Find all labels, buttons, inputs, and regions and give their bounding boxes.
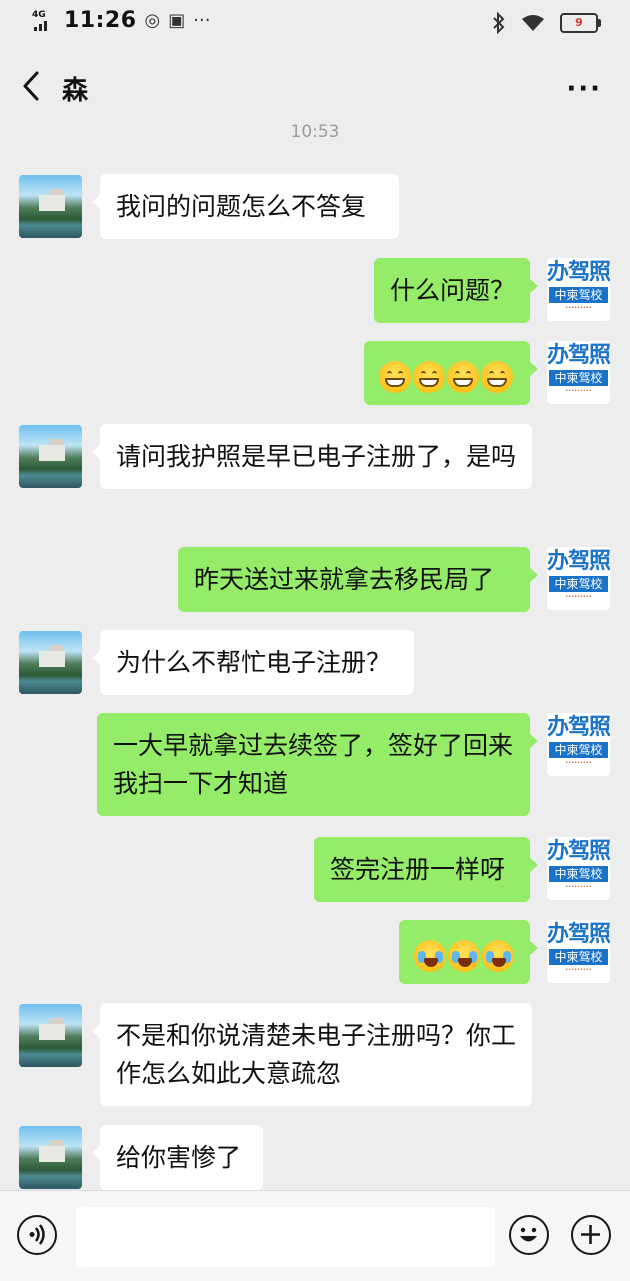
- my-avatar[interactable]: 办驾照 中柬驾校 •••••••••: [547, 837, 610, 900]
- grinning-face-icon: [481, 361, 513, 393]
- message-bubble[interactable]: 为什么不帮忙电子注册？: [92, 630, 414, 695]
- voice-icon[interactable]: [17, 1215, 57, 1255]
- my-avatar[interactable]: 办驾照 中柬驾校 •••••••••: [547, 341, 610, 404]
- status-bar: 4G 11:26 ◎ ▣ ··· 9: [0, 0, 630, 50]
- message-bubble[interactable]: 我问的问题怎么不答复: [92, 174, 399, 239]
- contact-avatar[interactable]: [19, 631, 82, 694]
- message-bubble[interactable]: 不是和你说清楚未电子注册吗？你工作怎么如此大意疏忽: [92, 1003, 532, 1106]
- chat-title: 森: [62, 76, 89, 106]
- contact-avatar[interactable]: [19, 1126, 82, 1189]
- my-avatar[interactable]: 办驾照 中柬驾校 •••••••••: [547, 258, 610, 321]
- battery-level: 9: [575, 16, 583, 29]
- contact-avatar[interactable]: [19, 1004, 82, 1067]
- message-bubble[interactable]: 什么问题？: [374, 258, 538, 323]
- crying-face-icon: [414, 940, 446, 972]
- chat-header: 森 ···: [0, 52, 630, 124]
- my-avatar[interactable]: 办驾照 中柬驾校 •••••••••: [547, 713, 610, 776]
- status-time: 11:26: [64, 8, 137, 33]
- cellular-signal-icon: 4G: [32, 9, 56, 33]
- contact-avatar[interactable]: [19, 175, 82, 238]
- message-bubble[interactable]: 一大早就拿过去续签了，签好了回来我扫一下才知道: [97, 713, 538, 816]
- contact-avatar[interactable]: [19, 425, 82, 488]
- bluetooth-icon: [493, 12, 505, 34]
- message-bubble[interactable]: 给你害惨了: [92, 1125, 263, 1190]
- wechat-notification-icon: ◎: [144, 10, 161, 31]
- message-bubble[interactable]: 签完注册一样呀: [314, 837, 538, 902]
- back-icon[interactable]: [18, 66, 48, 106]
- plus-icon[interactable]: [571, 1215, 611, 1255]
- battery-icon: 9: [560, 13, 601, 33]
- message-input[interactable]: [76, 1207, 495, 1267]
- crying-face-icon: [482, 940, 514, 972]
- notification-icon: ▣: [168, 10, 186, 31]
- grinning-face-icon: [447, 361, 479, 393]
- message-bubble[interactable]: 请问我护照是早已电子注册了，是吗: [92, 424, 532, 489]
- message-timestamp: 10:53: [290, 122, 340, 142]
- crying-face-icon: [448, 940, 480, 972]
- emoji-message-bubble[interactable]: [364, 341, 538, 405]
- my-avatar[interactable]: 办驾照 中柬驾校 •••••••••: [547, 920, 610, 983]
- message-bubble[interactable]: 昨天送过来就拿去移民局了: [178, 547, 538, 612]
- more-options-icon[interactable]: ···: [566, 74, 602, 104]
- chat-input-bar: [0, 1190, 630, 1281]
- more-notifications-icon: ···: [193, 10, 211, 31]
- grinning-face-icon: [379, 361, 411, 393]
- network-type: 4G: [32, 9, 46, 20]
- grinning-face-icon: [413, 361, 445, 393]
- emoji-message-bubble[interactable]: [399, 920, 538, 984]
- wifi-icon: [522, 15, 544, 31]
- emoji-icon[interactable]: [509, 1215, 549, 1255]
- my-avatar[interactable]: 办驾照 中柬驾校 •••••••••: [547, 547, 610, 610]
